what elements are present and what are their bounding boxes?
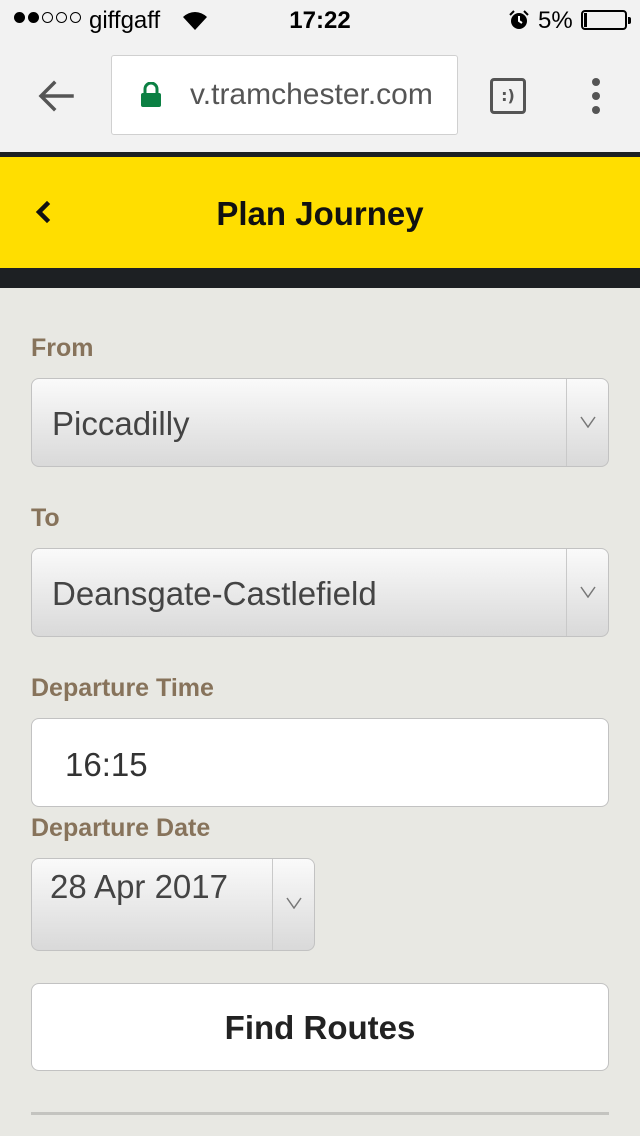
dropdown-arrow-icon: [272, 859, 314, 950]
to-select[interactable]: Deansgate-Castlefield: [31, 548, 609, 637]
battery-icon: [581, 10, 631, 30]
battery-percent: 5%: [538, 7, 573, 34]
departure-time-input[interactable]: 16:15: [31, 718, 609, 807]
from-select[interactable]: Piccadilly: [31, 378, 609, 467]
page-title: Plan Journey: [216, 195, 424, 232]
departure-time-label: Departure Time: [31, 674, 214, 702]
to-value: Deansgate-Castlefield: [52, 575, 377, 612]
header-bottom-bar: [0, 268, 640, 288]
tabs-icon[interactable]: :): [490, 78, 526, 114]
departure-time-value: 16:15: [65, 746, 148, 783]
address-bar[interactable]: v.tramchester.com: [111, 55, 458, 135]
browser-toolbar: v.tramchester.com :): [0, 40, 640, 152]
status-bar: giffgaff 17:22 5%: [0, 0, 640, 40]
dropdown-arrow-icon: [566, 549, 608, 636]
from-label: From: [31, 334, 94, 362]
back-arrow-icon[interactable]: [36, 76, 76, 116]
departure-date-select[interactable]: 28 Apr 2017: [31, 858, 315, 951]
from-value: Piccadilly: [52, 405, 190, 442]
dropdown-arrow-icon: [566, 379, 608, 466]
find-routes-button[interactable]: Find Routes: [31, 983, 609, 1071]
divider: [31, 1112, 609, 1115]
lock-icon: [141, 82, 161, 107]
url-text: v.tramchester.com: [190, 78, 433, 111]
departure-date-value: 28 Apr 2017: [50, 868, 228, 905]
departure-date-label: Departure Date: [31, 814, 211, 842]
alarm-icon: [509, 10, 529, 29]
to-label: To: [31, 504, 60, 532]
more-menu-icon[interactable]: [588, 78, 604, 114]
page-header: Plan Journey: [0, 157, 640, 268]
